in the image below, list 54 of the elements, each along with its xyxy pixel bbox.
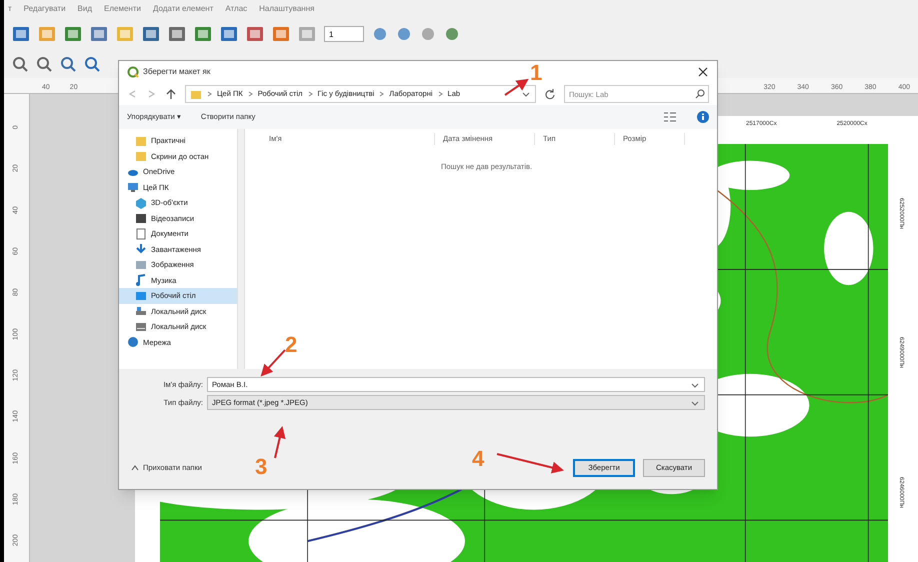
zoom-icon[interactable]	[60, 56, 76, 72]
menu-item[interactable]: т	[8, 3, 12, 15]
step-number: 1	[530, 59, 542, 87]
step-number: 2	[285, 331, 298, 359]
help-icon[interactable]	[697, 111, 709, 123]
zoom-icon[interactable]	[12, 56, 28, 72]
refresh-icon[interactable]	[544, 88, 556, 100]
toolbar-icon[interactable]	[372, 26, 388, 42]
toolbar-icon[interactable]	[168, 25, 186, 43]
cube-icon	[135, 196, 147, 209]
toolbar-icon[interactable]	[444, 26, 460, 42]
close-icon[interactable]	[697, 66, 709, 78]
menu-item[interactable]: Вид	[78, 3, 92, 15]
toolbar-icon[interactable]	[64, 25, 82, 43]
toolbar-icon[interactable]	[12, 25, 30, 43]
up-arrow-icon[interactable]	[165, 88, 177, 100]
toolbar-icon[interactable]	[194, 25, 212, 43]
caret-icon	[131, 464, 139, 472]
window-title: Зберегти макет як	[143, 66, 210, 78]
folder-icon	[190, 88, 202, 100]
toolbar-icon[interactable]	[396, 26, 412, 42]
step-number: 4	[472, 445, 484, 473]
toolbar-icon[interactable]	[220, 25, 238, 43]
toolbar-icon[interactable]	[142, 25, 160, 43]
pc-icon	[127, 181, 139, 194]
toolbar-icon[interactable]	[272, 25, 290, 43]
drive-icon	[135, 305, 147, 318]
folder-icon	[135, 134, 147, 147]
menu-item[interactable]: Налаштування	[259, 3, 314, 15]
zoom-icon[interactable]	[84, 56, 100, 72]
menu-item[interactable]: Атлас	[225, 3, 248, 15]
chevron-icon	[246, 90, 254, 98]
menu-item[interactable]: Елементи	[104, 3, 141, 15]
menu-item[interactable]: Додати елемент	[152, 3, 214, 15]
toolbar-icon[interactable]	[246, 25, 264, 43]
chevron-icon	[306, 90, 314, 98]
chevron-icon	[378, 90, 386, 98]
app-logo-icon	[127, 66, 139, 78]
dropdown-icon[interactable]	[521, 90, 531, 98]
chevron-icon	[436, 90, 444, 98]
download-icon	[135, 243, 147, 256]
folder-icon	[135, 150, 147, 162]
page-field[interactable]: 1	[324, 26, 364, 42]
step-number: 3	[255, 453, 268, 481]
search-icon	[695, 89, 705, 99]
scrollbar[interactable]	[237, 129, 245, 369]
view-options-icon[interactable]	[663, 111, 677, 123]
music-icon	[135, 274, 147, 286]
zoom-icon[interactable]	[36, 56, 52, 72]
menu-item[interactable]: Редагувати	[24, 3, 66, 15]
chevron-icon	[206, 90, 213, 98]
drive2-icon	[135, 320, 147, 333]
doc-icon	[135, 228, 147, 240]
toolbar-icon[interactable]	[90, 25, 108, 43]
